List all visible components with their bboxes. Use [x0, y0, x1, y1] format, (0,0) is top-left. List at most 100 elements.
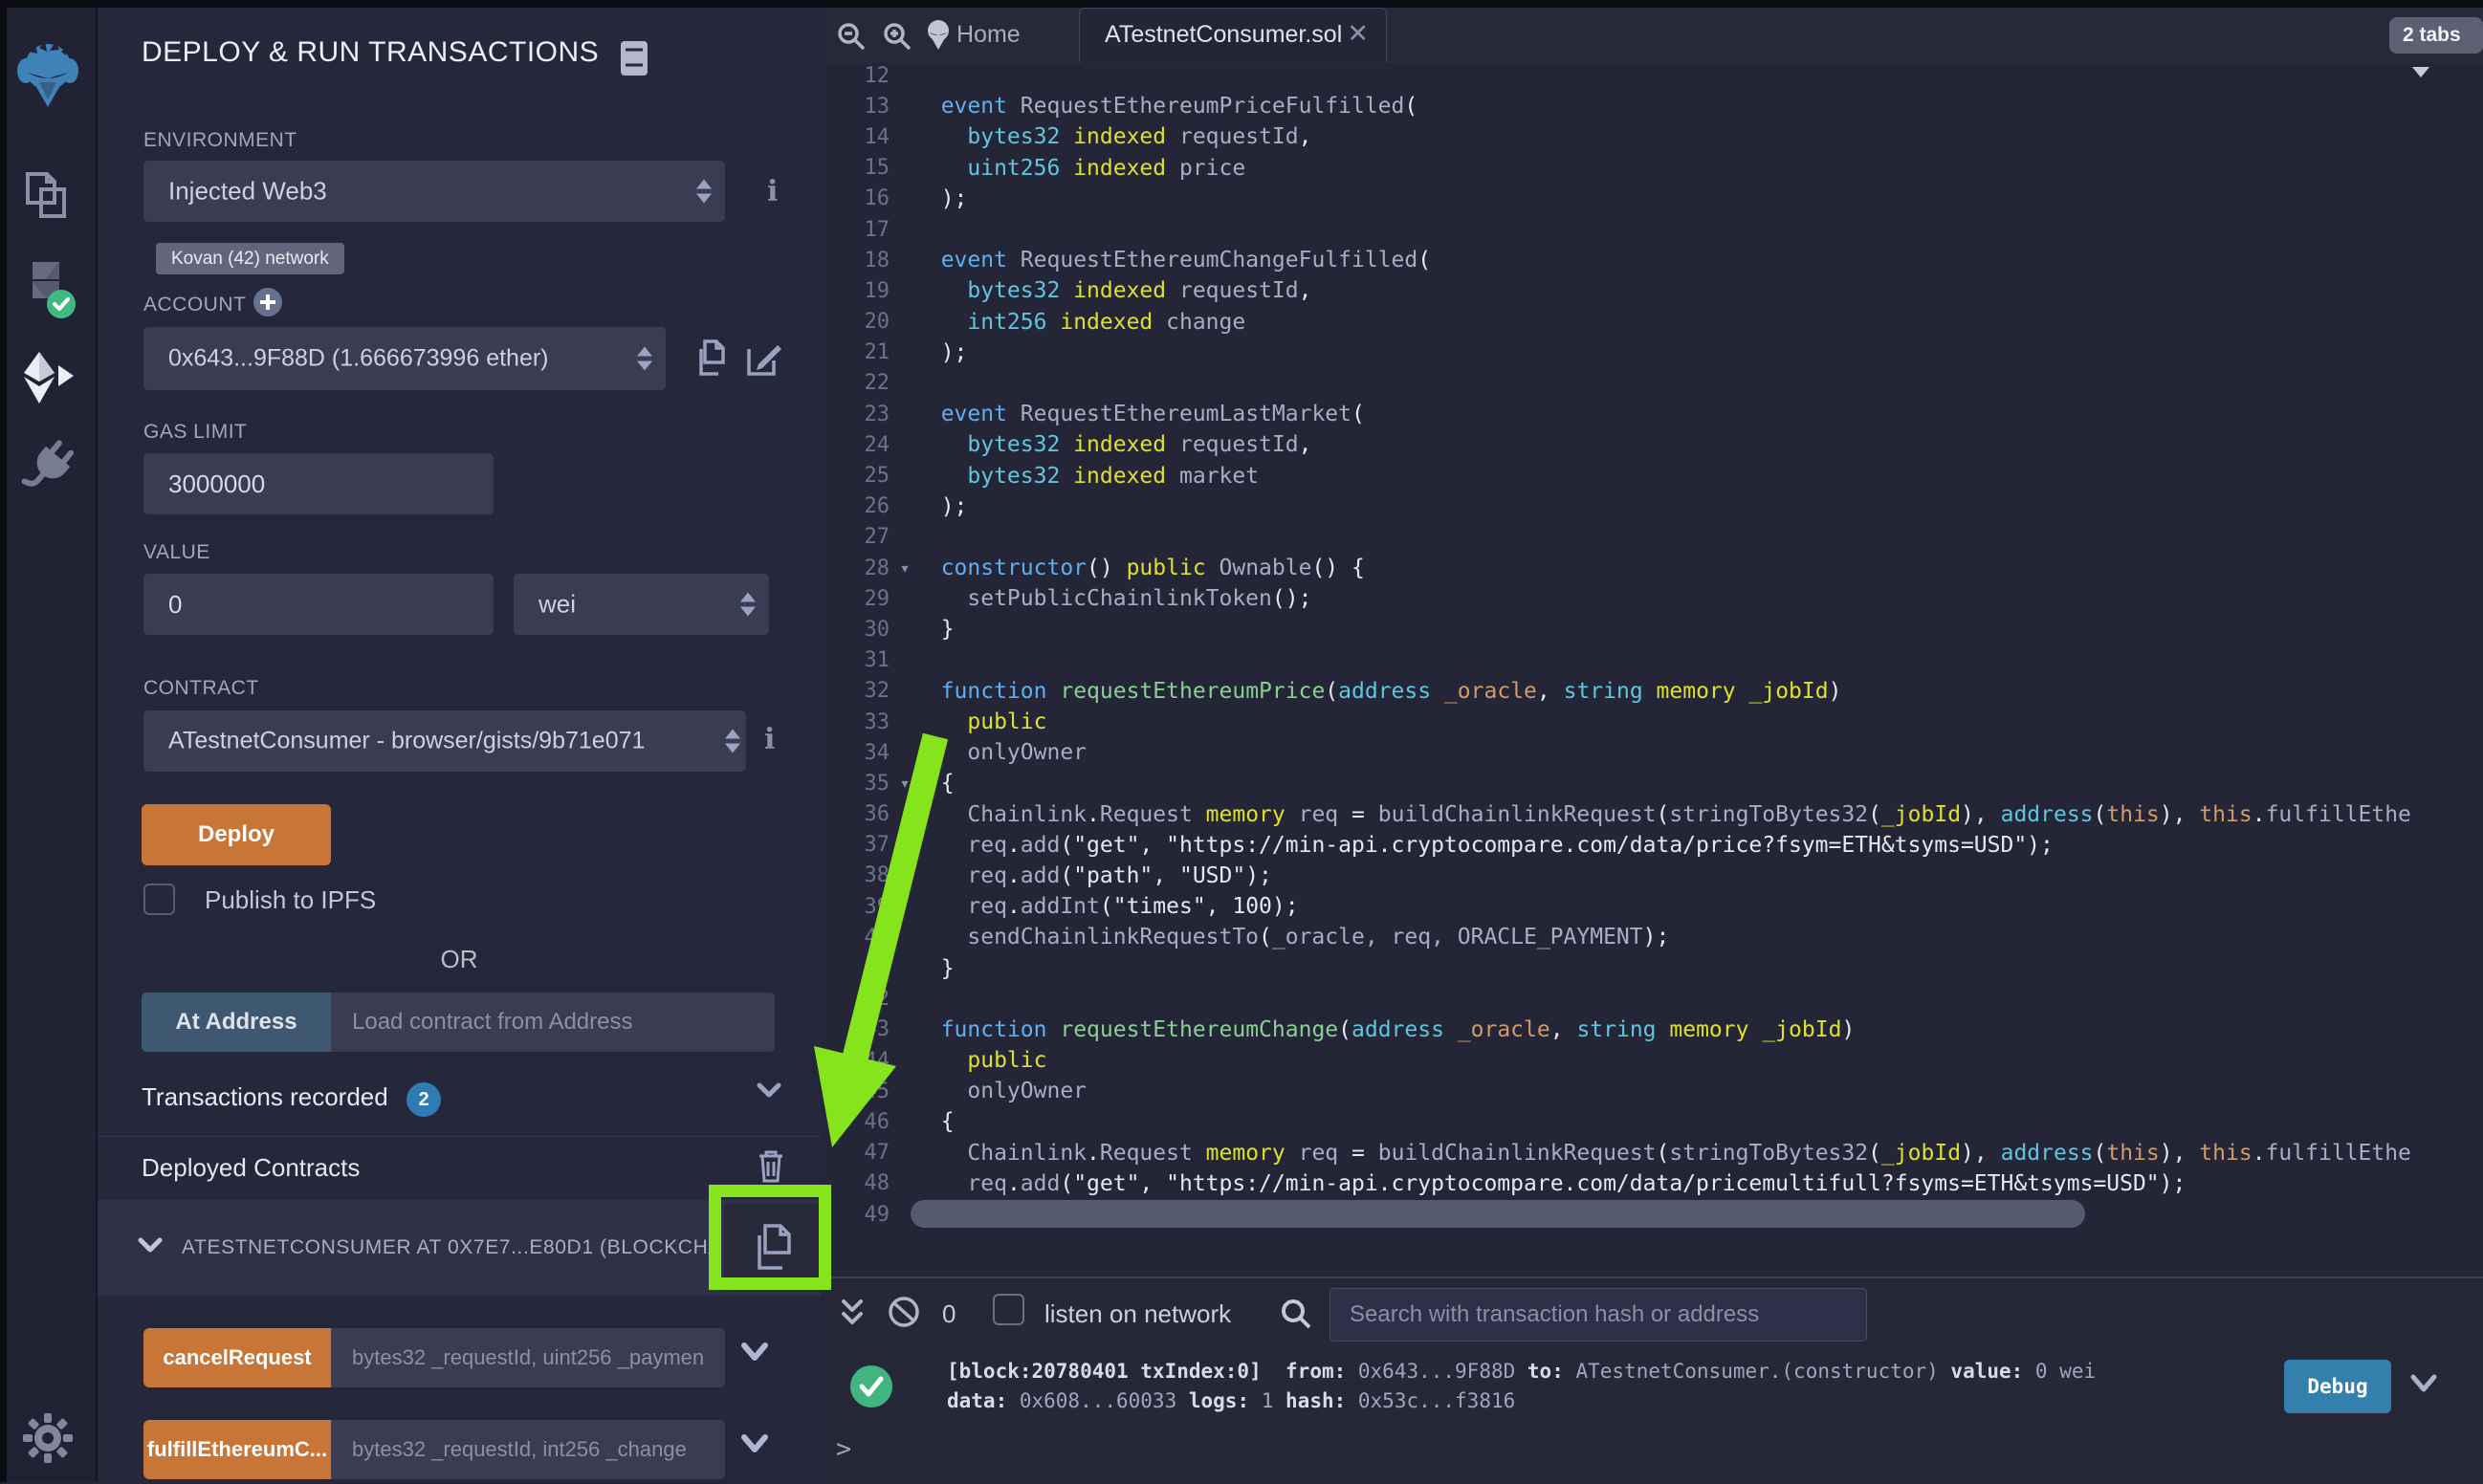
- trash-icon[interactable]: [756, 1147, 786, 1189]
- code-line[interactable]: 13 event RequestEthereumPriceFulfilled(: [823, 91, 2483, 121]
- tab-home[interactable]: Home: [956, 21, 1021, 49]
- value-unit-select[interactable]: wei: [514, 574, 769, 635]
- code-text: int256 indexed change: [914, 310, 1245, 335]
- code-line[interactable]: 24 bytes32 indexed requestId,: [823, 429, 2483, 460]
- code-line[interactable]: 38 req.add("path", "USD");: [823, 861, 2483, 891]
- code-area[interactable]: 1213 event RequestEthereumPriceFulfilled…: [823, 60, 2483, 1277]
- line-number: 28: [823, 556, 890, 580]
- value-input[interactable]: [143, 574, 494, 635]
- code-line[interactable]: 37 req.add("get", "https://min-api.crypt…: [823, 830, 2483, 861]
- code-line[interactable]: 21 );: [823, 338, 2483, 368]
- gas-limit-input[interactable]: [143, 453, 494, 514]
- code-line[interactable]: 19 bytes32 indexed requestId,: [823, 275, 2483, 306]
- code-line[interactable]: 34 onlyOwner: [823, 737, 2483, 768]
- code-line[interactable]: 30 }: [823, 614, 2483, 644]
- contract-select[interactable]: ATestnetConsumer - browser/gists/9b71e07…: [143, 710, 746, 772]
- copy-account-icon[interactable]: [695, 338, 730, 384]
- code-line[interactable]: 26 );: [823, 491, 2483, 522]
- account-select[interactable]: 0x643...9F88D (1.666673996 ether): [143, 327, 666, 390]
- code-line[interactable]: 16 );: [823, 184, 2483, 214]
- code-line[interactable]: 33 public: [823, 707, 2483, 737]
- terminal-search-input[interactable]: [1329, 1288, 1867, 1342]
- transactions-chevron-icon[interactable]: [756, 1080, 782, 1104]
- line-number: 29: [823, 587, 890, 611]
- cancel-request-params-input[interactable]: [331, 1328, 725, 1387]
- code-line[interactable]: 36 Chainlink.Request memory req = buildC…: [823, 799, 2483, 830]
- code-text: bytes32 indexed requestId,: [914, 124, 1311, 149]
- code-line[interactable]: 27: [823, 522, 2483, 553]
- solidity-compiler-icon[interactable]: [17, 258, 78, 328]
- horizontal-scrollbar[interactable]: [911, 1200, 2085, 1228]
- code-line[interactable]: 47 Chainlink.Request memory req = buildC…: [823, 1138, 2483, 1168]
- edit-account-icon[interactable]: [745, 339, 783, 382]
- deploy-button[interactable]: Deploy: [142, 804, 331, 865]
- code-line[interactable]: 40 sendChainlinkRequestTo(_oracle, req, …: [823, 922, 2483, 952]
- code-line[interactable]: 14 bytes32 indexed requestId,: [823, 121, 2483, 152]
- tab-active-file[interactable]: ATestnetConsumer.sol ✕: [1079, 8, 1387, 62]
- zoom-out-icon[interactable]: [836, 21, 867, 56]
- terminal: 0 listen on network [block:20780401 txIn…: [823, 1277, 2483, 1484]
- environment-select[interactable]: Injected Web3: [143, 161, 725, 222]
- code-line[interactable]: 46 {: [823, 1106, 2483, 1137]
- code-line[interactable]: 42: [823, 984, 2483, 1015]
- home-tab-remix-icon[interactable]: [924, 19, 953, 56]
- code-line[interactable]: 18 event RequestEthereumChangeFulfilled(: [823, 245, 2483, 275]
- environment-info-icon[interactable]: i: [767, 175, 778, 208]
- fulfill-ethereum-change-chevron-icon[interactable]: [740, 1432, 769, 1460]
- code-line[interactable]: 22: [823, 368, 2483, 399]
- plugin-manager-icon[interactable]: [19, 440, 77, 504]
- code-line[interactable]: 12: [823, 60, 2483, 91]
- add-account-icon[interactable]: [253, 287, 283, 322]
- code-line[interactable]: 45 onlyOwner: [823, 1076, 2483, 1106]
- code-line[interactable]: 31: [823, 645, 2483, 676]
- code-line[interactable]: 39 req.addInt("times", 100);: [823, 891, 2483, 922]
- remix-logo-icon[interactable]: [16, 40, 79, 116]
- line-number: 47: [823, 1141, 890, 1165]
- zoom-in-icon[interactable]: [882, 21, 912, 56]
- code-line[interactable]: 44 public: [823, 1045, 2483, 1076]
- deployed-expand-chevron-icon[interactable]: [138, 1236, 163, 1258]
- code-line[interactable]: 29 setPublicChainlinkToken();: [823, 583, 2483, 614]
- docs-book-icon[interactable]: [620, 40, 648, 81]
- line-number: 15: [823, 156, 890, 180]
- pending-tx-count: 0: [942, 1299, 956, 1329]
- code-line[interactable]: 23 event RequestEthereumLastMarket(: [823, 399, 2483, 429]
- debug-button[interactable]: Debug: [2284, 1360, 2391, 1413]
- cancel-request-chevron-icon[interactable]: [740, 1341, 769, 1368]
- fold-marker-icon[interactable]: ▾: [890, 560, 914, 577]
- code-line[interactable]: 28▾ constructor() public Ownable() {: [823, 553, 2483, 583]
- code-line[interactable]: 15 uint256 indexed price: [823, 153, 2483, 184]
- code-line[interactable]: 43 function requestEthereumChange(addres…: [823, 1015, 2483, 1045]
- fulfill-ethereum-change-params-input[interactable]: [331, 1420, 725, 1479]
- code-line[interactable]: 20 int256 indexed change: [823, 307, 2483, 338]
- at-address-button[interactable]: At Address: [142, 993, 331, 1052]
- tx-success-check-icon: [849, 1364, 893, 1413]
- publish-ipfs-label: Publish to IPFS: [205, 885, 376, 915]
- fulfill-ethereum-change-button[interactable]: fulfillEthereumC...: [143, 1420, 331, 1479]
- cancel-request-button[interactable]: cancelRequest: [143, 1328, 331, 1387]
- line-number: 40: [823, 926, 890, 949]
- publish-ipfs-checkbox[interactable]: [143, 884, 175, 915]
- code-line[interactable]: 41 }: [823, 952, 2483, 983]
- settings-gear-icon[interactable]: [21, 1411, 75, 1470]
- code-line[interactable]: 25 bytes32 indexed market: [823, 460, 2483, 491]
- code-line[interactable]: 17: [823, 214, 2483, 245]
- listen-network-checkbox[interactable]: [993, 1294, 1024, 1325]
- contract-info-icon[interactable]: i: [764, 723, 775, 756]
- file-explorer-icon[interactable]: [20, 168, 76, 229]
- clear-console-icon[interactable]: [886, 1294, 922, 1335]
- at-address-input[interactable]: [331, 993, 775, 1052]
- log-expand-chevron-icon[interactable]: [2408, 1372, 2439, 1400]
- close-tab-icon[interactable]: ✕: [1347, 19, 1369, 49]
- fold-marker-icon[interactable]: ▾: [890, 775, 914, 792]
- tabs-count-dropdown[interactable]: 2 tabs: [2389, 17, 2483, 54]
- collapse-terminal-icon[interactable]: [838, 1296, 867, 1335]
- transaction-log[interactable]: [block:20780401 txIndex:0] from: 0x643..…: [947, 1357, 2108, 1416]
- code-line[interactable]: 48 req.add("get", "https://min-api.crypt…: [823, 1168, 2483, 1199]
- deployed-contract-row[interactable]: ATESTNETCONSUMER AT 0X7E7...E80D1 (BLOCK…: [98, 1200, 821, 1296]
- terminal-prompt[interactable]: >: [836, 1434, 851, 1464]
- code-line[interactable]: 32 function requestEthereumPrice(address…: [823, 676, 2483, 707]
- code-line[interactable]: 35▾ {: [823, 768, 2483, 798]
- copy-contract-button[interactable]: [724, 1204, 824, 1292]
- deploy-run-icon[interactable]: [18, 350, 77, 410]
